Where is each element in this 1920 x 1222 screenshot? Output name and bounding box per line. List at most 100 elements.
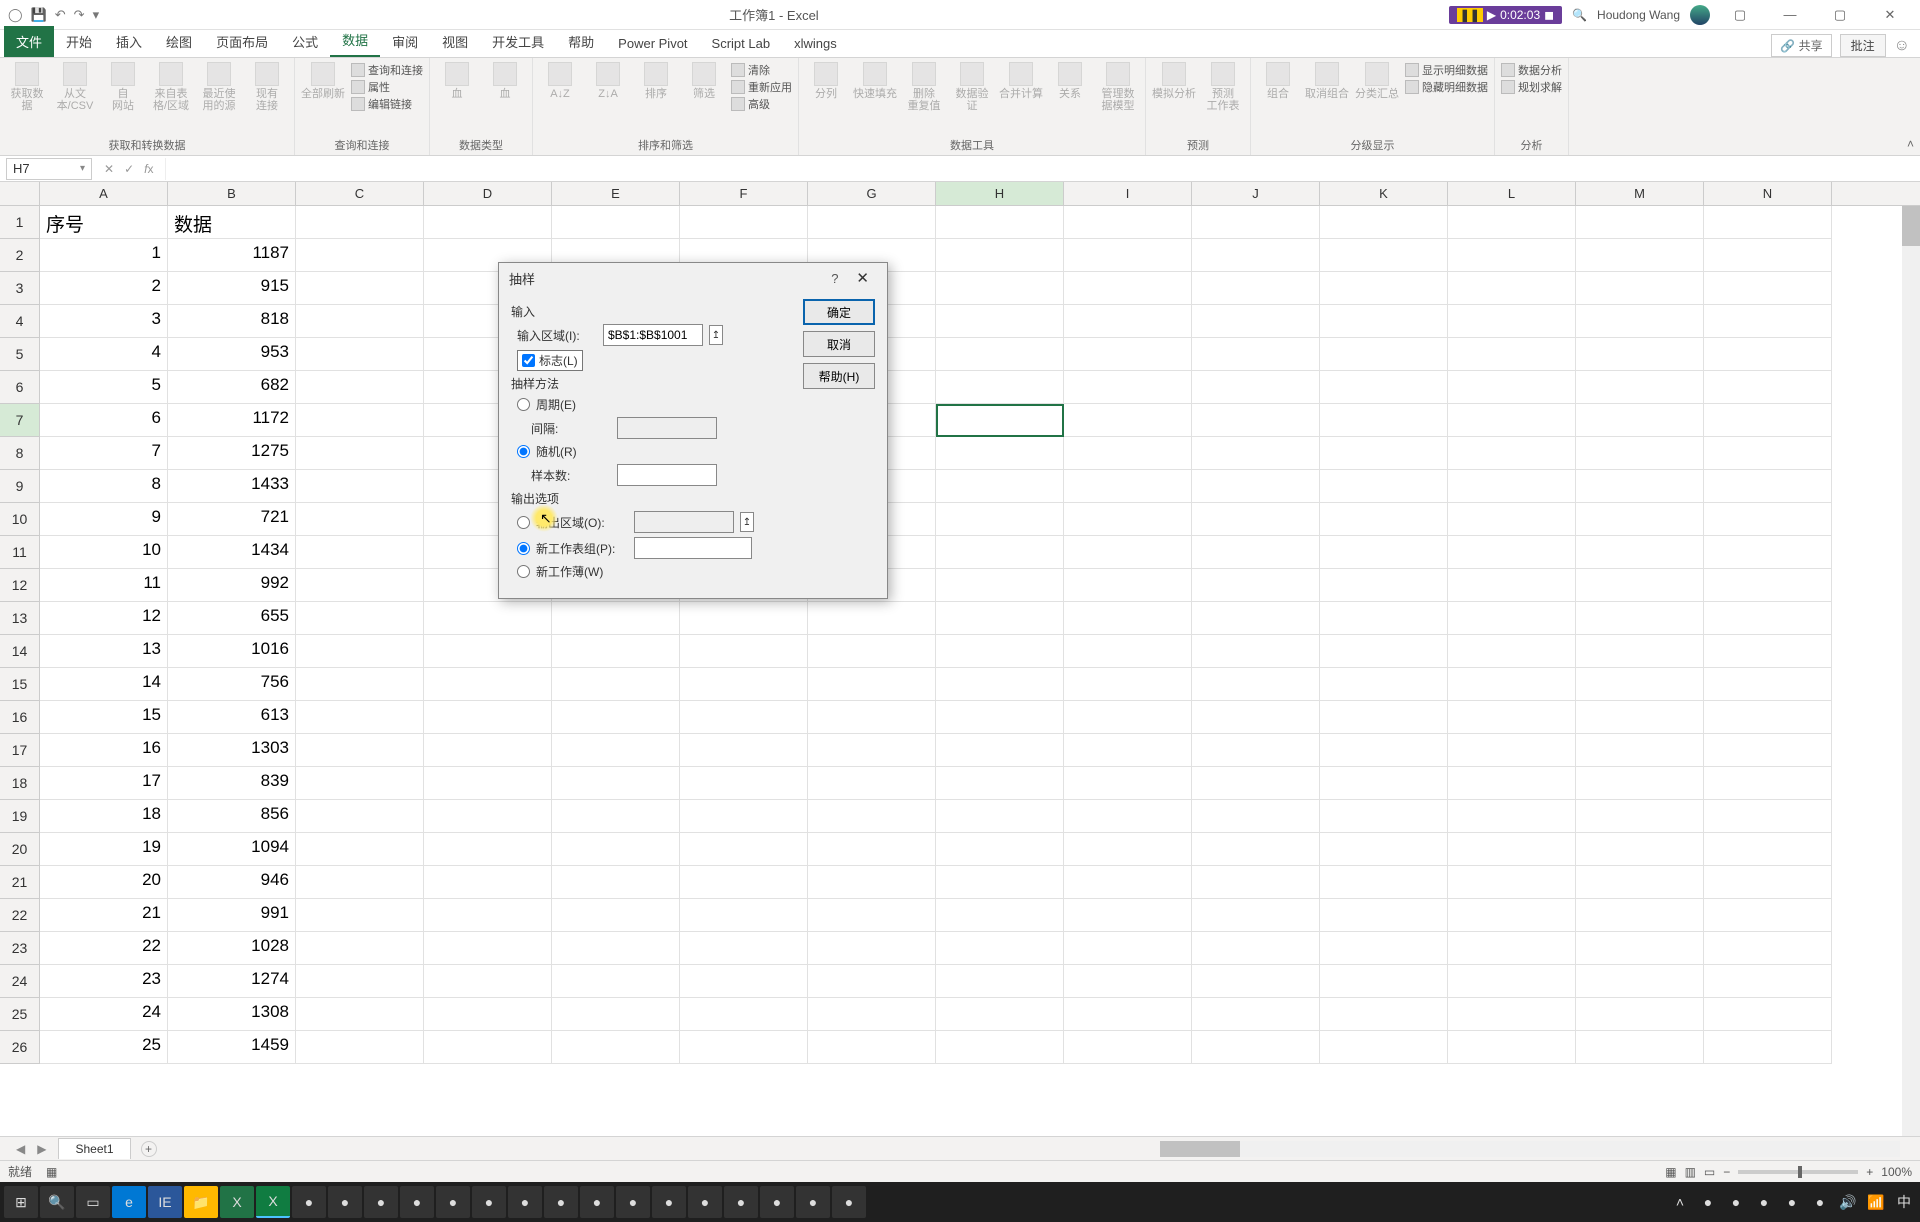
cell[interactable] bbox=[1704, 437, 1832, 470]
cell[interactable] bbox=[1704, 932, 1832, 965]
cell[interactable] bbox=[1448, 470, 1576, 503]
row-header[interactable]: 12 bbox=[0, 569, 40, 602]
taskbar-app[interactable]: 📁 bbox=[184, 1186, 218, 1218]
cell[interactable] bbox=[680, 965, 808, 998]
cell[interactable] bbox=[936, 635, 1064, 668]
cell[interactable] bbox=[1192, 206, 1320, 239]
cell[interactable] bbox=[808, 932, 936, 965]
cell[interactable]: 15 bbox=[40, 701, 168, 734]
cell[interactable] bbox=[1704, 734, 1832, 767]
cell[interactable] bbox=[936, 866, 1064, 899]
add-sheet-button[interactable]: + bbox=[141, 1141, 157, 1157]
cell[interactable]: 11 bbox=[40, 569, 168, 602]
ribbon-item[interactable]: 自 网站 bbox=[102, 62, 144, 112]
cell[interactable] bbox=[296, 338, 424, 371]
ok-button[interactable]: 确定 bbox=[803, 299, 875, 325]
tray-icon[interactable]: ● bbox=[1696, 1186, 1720, 1218]
labels-checkbox-input[interactable] bbox=[522, 354, 535, 367]
view-layout-icon[interactable]: ▥ bbox=[1685, 1165, 1696, 1179]
cell[interactable] bbox=[424, 833, 552, 866]
cell[interactable] bbox=[1576, 338, 1704, 371]
cell[interactable] bbox=[1320, 470, 1448, 503]
taskbar-search-icon[interactable]: 🔍 bbox=[40, 1186, 74, 1218]
cell[interactable] bbox=[552, 206, 680, 239]
vertical-scrollbar[interactable] bbox=[1902, 206, 1920, 1136]
cell[interactable] bbox=[808, 866, 936, 899]
cell[interactable] bbox=[1576, 866, 1704, 899]
cell[interactable] bbox=[1576, 470, 1704, 503]
cell[interactable] bbox=[1448, 701, 1576, 734]
tab-Script Lab[interactable]: Script Lab bbox=[700, 30, 783, 57]
cell[interactable] bbox=[424, 701, 552, 734]
ribbon-item[interactable]: 合并计算 bbox=[999, 62, 1043, 100]
cell[interactable]: 16 bbox=[40, 734, 168, 767]
close-icon[interactable]: ✕ bbox=[1870, 7, 1910, 23]
cell[interactable] bbox=[808, 899, 936, 932]
cell[interactable] bbox=[1320, 239, 1448, 272]
cell[interactable] bbox=[1448, 668, 1576, 701]
tab-文件[interactable]: 文件 bbox=[4, 26, 54, 57]
tab-开发工具[interactable]: 开发工具 bbox=[480, 26, 556, 57]
tab-页面布局[interactable]: 页面布局 bbox=[204, 26, 280, 57]
cell[interactable] bbox=[1064, 800, 1192, 833]
cell[interactable]: 1308 bbox=[168, 998, 296, 1031]
cell[interactable] bbox=[296, 734, 424, 767]
cell[interactable] bbox=[808, 701, 936, 734]
spreadsheet-grid[interactable]: ABCDEFGHIJKLMN 1序号数据21118732915438185495… bbox=[0, 182, 1920, 1136]
cell[interactable] bbox=[936, 305, 1064, 338]
cell[interactable] bbox=[424, 932, 552, 965]
cell[interactable] bbox=[1064, 635, 1192, 668]
ribbon-item[interactable]: 快速填充 bbox=[853, 62, 897, 100]
taskbar-app[interactable]: ● bbox=[544, 1186, 578, 1218]
cell[interactable]: 序号 bbox=[40, 206, 168, 239]
cell[interactable] bbox=[1192, 998, 1320, 1031]
cell[interactable]: 756 bbox=[168, 668, 296, 701]
cell[interactable] bbox=[1576, 668, 1704, 701]
cell[interactable] bbox=[936, 767, 1064, 800]
cell[interactable] bbox=[296, 371, 424, 404]
cell[interactable] bbox=[808, 1031, 936, 1064]
cell[interactable]: 18 bbox=[40, 800, 168, 833]
cell[interactable] bbox=[1064, 437, 1192, 470]
cell[interactable] bbox=[1064, 272, 1192, 305]
ribbon-item[interactable]: 数据验 证 bbox=[951, 62, 993, 112]
cell[interactable] bbox=[1192, 272, 1320, 305]
cell[interactable] bbox=[1064, 668, 1192, 701]
cell[interactable] bbox=[1576, 932, 1704, 965]
cell[interactable]: 1172 bbox=[168, 404, 296, 437]
ribbon-item[interactable]: 现有 连接 bbox=[246, 62, 288, 112]
row-header[interactable]: 17 bbox=[0, 734, 40, 767]
ribbon-item[interactable]: 最近使 用的源 bbox=[198, 62, 240, 112]
tab-审阅[interactable]: 审阅 bbox=[380, 26, 430, 57]
row-header[interactable]: 5 bbox=[0, 338, 40, 371]
cell[interactable] bbox=[1320, 668, 1448, 701]
cell[interactable]: 9 bbox=[40, 503, 168, 536]
cell[interactable]: 992 bbox=[168, 569, 296, 602]
column-header[interactable]: A bbox=[40, 182, 168, 205]
cell[interactable] bbox=[1320, 932, 1448, 965]
recording-badge[interactable]: ❚❚ ▶ 0:02:03 ◼ bbox=[1449, 6, 1562, 24]
cell[interactable] bbox=[1704, 602, 1832, 635]
cell[interactable] bbox=[1192, 701, 1320, 734]
start-button[interactable]: ⊞ bbox=[4, 1186, 38, 1218]
cell[interactable] bbox=[1576, 833, 1704, 866]
cell[interactable] bbox=[936, 404, 1064, 437]
row-header[interactable]: 20 bbox=[0, 833, 40, 866]
taskbar-app[interactable]: ● bbox=[832, 1186, 866, 1218]
cell[interactable] bbox=[1448, 734, 1576, 767]
cell[interactable] bbox=[1704, 635, 1832, 668]
ribbon-item[interactable]: 全部刷新 bbox=[301, 62, 345, 100]
save-icon[interactable]: 💾 bbox=[31, 7, 47, 23]
cell[interactable] bbox=[296, 800, 424, 833]
cell[interactable]: 1028 bbox=[168, 932, 296, 965]
cell[interactable] bbox=[296, 536, 424, 569]
cell[interactable]: 1433 bbox=[168, 470, 296, 503]
cell[interactable]: 10 bbox=[40, 536, 168, 569]
cell[interactable] bbox=[424, 767, 552, 800]
redo-icon[interactable]: ↷ bbox=[74, 7, 85, 23]
zoom-level[interactable]: 100% bbox=[1881, 1165, 1912, 1179]
cell[interactable]: 682 bbox=[168, 371, 296, 404]
cell[interactable] bbox=[424, 1031, 552, 1064]
taskbar-app[interactable]: ● bbox=[328, 1186, 362, 1218]
row-header[interactable]: 23 bbox=[0, 932, 40, 965]
